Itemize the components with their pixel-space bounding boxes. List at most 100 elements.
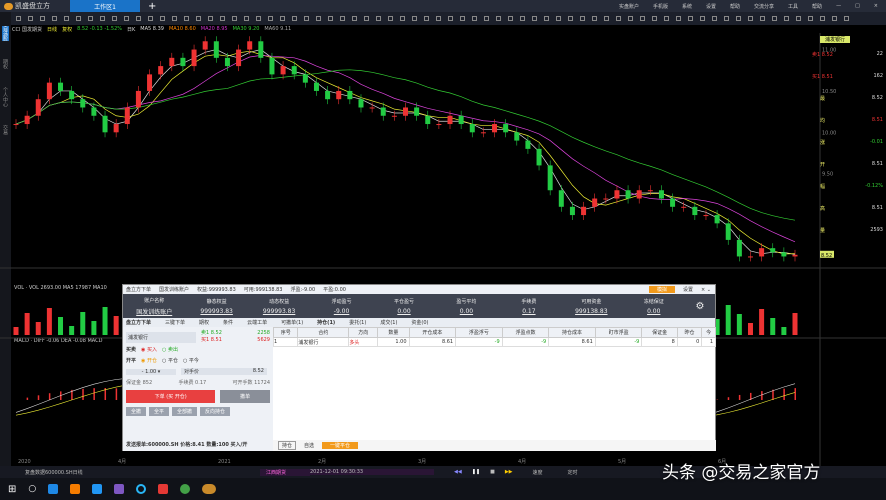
table-cell: -9: [501, 337, 550, 347]
candle: [124, 107, 130, 125]
candle: [258, 41, 264, 58]
table-cell: 浦发银行: [297, 337, 350, 347]
column-header[interactable]: 持仓成本: [548, 327, 596, 338]
candle: [636, 190, 642, 199]
candle: [269, 57, 275, 75]
cancel-order-button[interactable]: 撤单: [220, 389, 270, 403]
column-header[interactable]: 合约: [297, 327, 350, 338]
dialog-tab[interactable]: 成交(1): [380, 319, 397, 326]
timer-button[interactable]: 定时: [568, 469, 578, 476]
dialog-tab[interactable]: 期权: [199, 319, 209, 326]
table-row[interactable]: 1 浦发银行 多头 1.00 8.61 -9 -9 8.61 -9 8 0 1: [272, 337, 716, 347]
candle: [569, 206, 575, 216]
app-icon[interactable]: [114, 484, 125, 494]
candle: [24, 115, 30, 125]
column-header[interactable]: 保证金: [641, 327, 678, 338]
firefox-icon[interactable]: [70, 484, 81, 494]
price-field[interactable]: 对手价 8.52: [181, 368, 267, 375]
quote-row: 开 8.51: [806, 153, 886, 175]
summary-value: 999993.83: [200, 307, 233, 315]
table-cell: 多头: [348, 337, 379, 347]
summary-item: 平仓盈亏 0.00: [373, 298, 435, 315]
candle: [425, 115, 431, 125]
app-icon[interactable]: [136, 484, 147, 494]
candle: [781, 252, 787, 257]
column-header[interactable]: 盯市浮盈: [594, 327, 643, 338]
candle: [625, 190, 631, 199]
symbol-field[interactable]: 浦发银行: [126, 331, 196, 343]
cancel-all-button[interactable]: 全撤: [126, 406, 147, 416]
column-header[interactable]: 数量: [377, 327, 410, 338]
speed-button[interactable]: 速度: [533, 469, 543, 476]
column-header[interactable]: 浮盈点数: [501, 327, 550, 338]
date-tick: 2月: [318, 459, 326, 465]
summary-value: 0.17: [522, 307, 536, 315]
dialog-tab[interactable]: 资金(0): [411, 319, 428, 326]
tab-watchlist[interactable]: 自选: [304, 442, 314, 449]
close-radio[interactable]: ○ 平仓: [162, 357, 178, 364]
rewind-icon[interactable]: ◀◀: [454, 469, 462, 475]
close-today-radio[interactable]: ○ 平今: [183, 357, 199, 364]
column-header[interactable]: 今: [701, 327, 716, 338]
forward-icon[interactable]: ▶▶: [505, 469, 513, 475]
dialog-tab[interactable]: 三键下单: [165, 319, 185, 326]
candle: [581, 206, 587, 216]
table-cell: 0: [676, 337, 703, 347]
candle: [336, 90, 342, 100]
quote-label: 买1 8.51: [812, 73, 833, 80]
quote-row: 均 8.51: [806, 109, 886, 131]
quote-label: 卖1 8.52: [812, 51, 833, 58]
column-header[interactable]: 序号: [272, 327, 299, 338]
dialog-tab[interactable]: 持仓(1): [317, 319, 335, 326]
edge-icon[interactable]: [48, 484, 59, 494]
gear-icon[interactable]: ⚙: [685, 301, 715, 312]
candle: [147, 74, 153, 91]
one-click-close-button[interactable]: 一键平仓: [322, 442, 359, 449]
candle: [503, 124, 509, 133]
column-header[interactable]: 方向: [348, 327, 379, 338]
dialog-tab[interactable]: 委托(1): [349, 319, 366, 326]
sell-radio[interactable]: ○ 卖出: [162, 346, 178, 353]
column-header[interactable]: 昨仓: [676, 327, 703, 338]
trading-app-icon[interactable]: [202, 484, 217, 494]
dialog-tab[interactable]: 云端工单: [247, 319, 267, 326]
dialog-tab[interactable]: 条件: [223, 319, 233, 326]
candle: [681, 206, 687, 208]
tab-positions[interactable]: 持仓: [278, 441, 297, 450]
open-radio[interactable]: ◉ 开仓: [141, 357, 157, 364]
candle: [670, 198, 676, 207]
windows-start-icon[interactable]: ⊞: [8, 484, 16, 495]
wechat-icon[interactable]: [180, 484, 191, 494]
search-icon[interactable]: ○: [28, 484, 36, 494]
candle: [58, 82, 64, 91]
candle: [536, 148, 542, 166]
candle: [525, 140, 531, 149]
quote-label: 最: [820, 95, 826, 102]
pause-icon[interactable]: ❚❚: [472, 469, 480, 475]
replay-time[interactable]: 2021-12-01 09:30:33: [310, 469, 434, 475]
side-label: 买卖: [126, 347, 137, 353]
candle: [224, 57, 230, 67]
volume-bar: [24, 313, 30, 335]
quantity-stepper[interactable]: - 1.00 ▾: [126, 368, 176, 375]
column-header[interactable]: 开仓成本: [408, 327, 457, 338]
cancel-all-orders-button[interactable]: 全部撤: [172, 406, 198, 416]
wps-icon[interactable]: [158, 484, 169, 494]
candle: [302, 74, 308, 83]
column-header[interactable]: 浮盈浮亏: [455, 327, 503, 338]
dialog-tabs: 盘立方下单 三键下单 期权 条件 云端工单 可撤单(1) 持仓(1) 委托(1) 成交(1) 资金…: [123, 318, 715, 327]
candle: [603, 198, 609, 200]
dialog-tab[interactable]: 可撤单(1): [281, 319, 303, 326]
dialog-tab[interactable]: 盘立方下单: [126, 319, 151, 326]
stop-icon[interactable]: ■: [490, 469, 495, 475]
close-icon[interactable]: × ⌄: [701, 287, 715, 293]
reverse-button[interactable]: 反向持仓: [200, 406, 231, 416]
buy-radio[interactable]: ◉ 买入: [141, 346, 157, 353]
volume-bar: [747, 323, 753, 335]
app-icon[interactable]: [92, 484, 103, 494]
quote-row: 高 8.51: [806, 197, 886, 219]
close-all-button[interactable]: 全平: [149, 406, 170, 416]
settings-button[interactable]: 设置: [683, 286, 693, 293]
sim-badge: 模拟: [649, 286, 676, 293]
submit-order-button[interactable]: 下单 (买 开仓): [126, 389, 216, 403]
